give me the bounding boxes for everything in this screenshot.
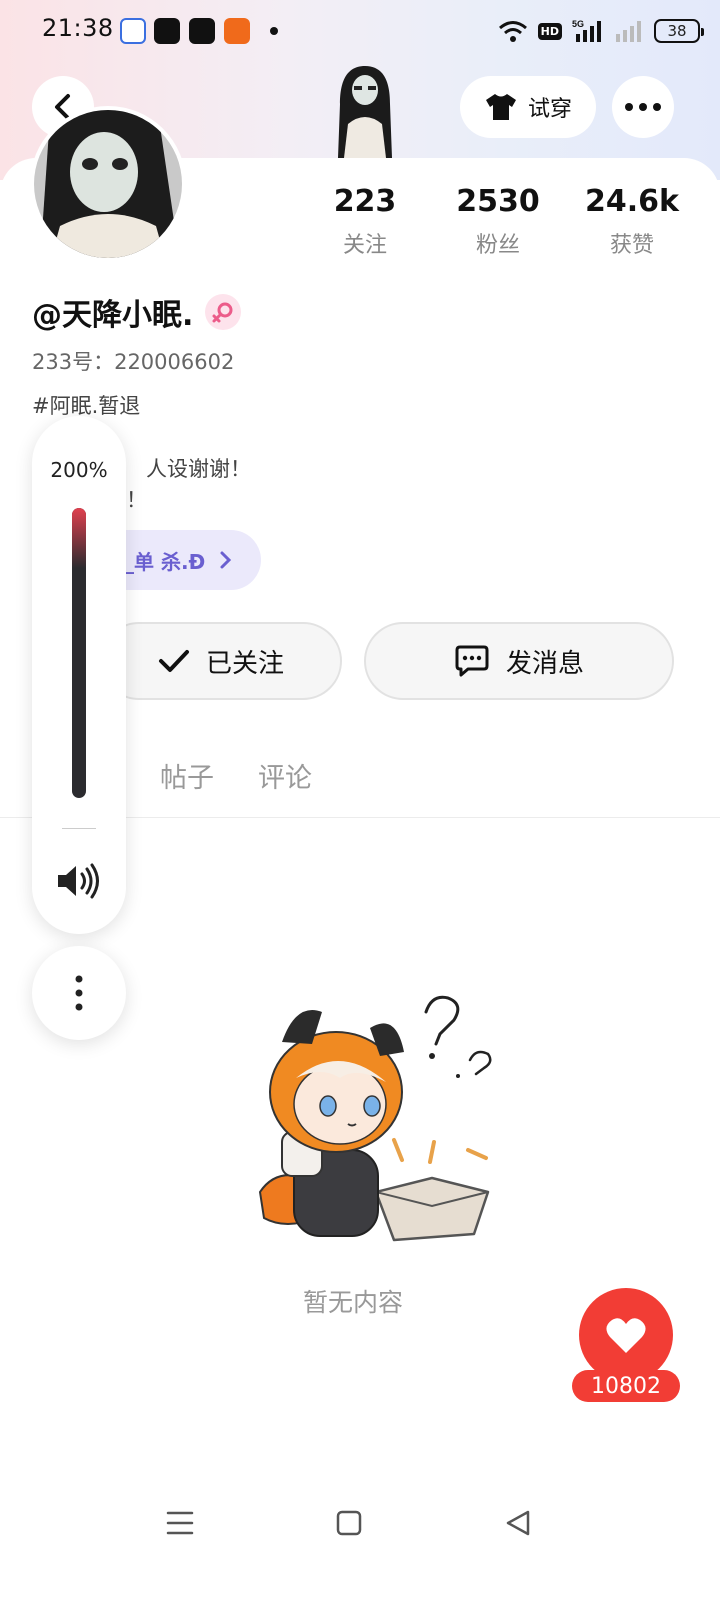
back-nav-icon[interactable]: [504, 1508, 532, 1538]
bio-line-3: ！: [126, 488, 147, 512]
stat-fans[interactable]: 2530 粉丝: [443, 184, 553, 259]
following-button[interactable]: 已关注: [100, 622, 342, 700]
stat-following-value: 223: [333, 184, 397, 219]
like-count: 10802: [572, 1370, 680, 1402]
more-options-button[interactable]: [612, 76, 674, 138]
stat-likes[interactable]: 24.6k 获赞: [577, 184, 687, 259]
baidu-notification-icon: [120, 18, 146, 44]
more-horizontal-icon: [625, 103, 661, 111]
status-icons: HD 5G 38: [498, 14, 704, 48]
try-on-button[interactable]: 试穿: [460, 76, 596, 138]
stat-likes-label: 获赞: [609, 233, 654, 258]
more-notifications-dot: [270, 27, 278, 35]
wifi-icon: [498, 21, 527, 42]
check-icon: [158, 650, 189, 672]
female-gender-icon: [205, 294, 242, 330]
tshirt-icon: [485, 94, 516, 120]
tab-comments[interactable]: 评论: [258, 756, 312, 795]
recent-apps-icon[interactable]: [166, 1508, 194, 1538]
bio-line-1: #阿眠.暂退: [32, 394, 141, 418]
outfit-preview-figure[interactable]: [330, 64, 400, 158]
stat-fans-value: 2530: [456, 184, 540, 219]
avatar[interactable]: [30, 106, 186, 262]
battery-indicator: 38: [654, 19, 704, 43]
volume-panel[interactable]: 200%: [32, 416, 126, 934]
following-label: 已关注: [205, 648, 284, 679]
home-icon[interactable]: [335, 1508, 363, 1538]
volume-more-button[interactable]: [32, 946, 126, 1040]
signal-icon-2: [616, 21, 641, 42]
username: @天降小眠.: [32, 298, 194, 333]
tab-posts[interactable]: 帖子: [160, 756, 214, 795]
more-vertical-icon: [75, 975, 83, 1011]
chat-bubble-icon: [455, 645, 489, 677]
volume-slider[interactable]: [72, 508, 86, 798]
heart-icon: [606, 1318, 646, 1353]
status-time: 21:38: [42, 14, 114, 42]
volume-slider-fill: [72, 508, 86, 568]
speaker-icon[interactable]: [56, 862, 102, 900]
bio-line-2: 人设谢谢！: [146, 457, 251, 481]
username-row: @天降小眠.: [32, 290, 242, 334]
stat-following-label: 关注: [342, 233, 387, 258]
stat-following[interactable]: 223 关注: [310, 184, 420, 259]
douyin-notification-icon-2: [189, 18, 215, 44]
svg-text:5G: 5G: [572, 19, 584, 29]
signal-icon: 5G: [572, 19, 601, 42]
hd-badge: HD: [537, 22, 562, 40]
stat-likes-value: 24.6k: [585, 184, 679, 219]
volume-percent: 200%: [50, 458, 108, 482]
douyin-notification-icon: [154, 18, 180, 44]
empty-state-illustration: [258, 995, 492, 1242]
message-label: 发消息: [505, 648, 584, 679]
try-on-label: 试穿: [527, 97, 572, 122]
stat-fans-label: 粉丝: [475, 233, 520, 258]
linked-tag-label: _单 杀.Đ: [124, 549, 206, 574]
user-id: 233号：220006602: [32, 350, 235, 374]
linked-tag-chip[interactable]: _单 杀.Đ: [110, 530, 261, 590]
kuaishou-notification-icon: [224, 18, 250, 44]
like-button[interactable]: [579, 1288, 673, 1382]
chevron-right-icon: [220, 551, 232, 569]
volume-divider: [62, 828, 96, 829]
message-button[interactable]: 发消息: [364, 622, 674, 700]
